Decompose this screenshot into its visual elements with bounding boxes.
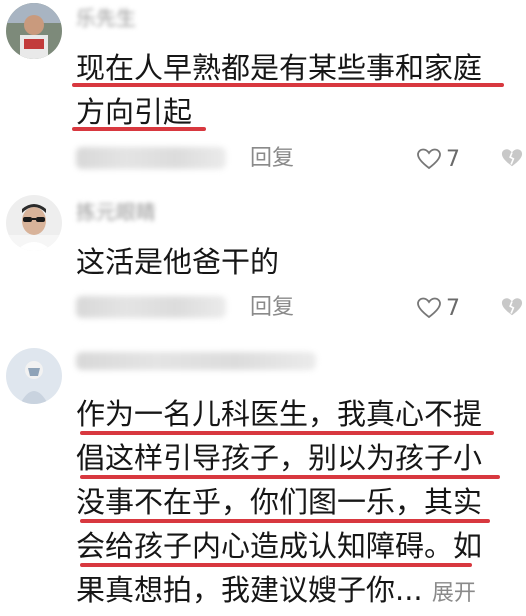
comment-line: 这活是他爸干的 — [76, 245, 280, 279]
reply-button[interactable]: 回复 — [250, 145, 294, 173]
comment-text: 现在人早熟都是有某些事和家庭 方向引起 — [76, 46, 482, 134]
like-count: 7 — [446, 146, 460, 172]
dislike-button[interactable] — [500, 296, 524, 322]
blurred-meta — [76, 147, 226, 169]
comment-line: 果真想拍，我建议嫂子你... 展开 — [76, 568, 482, 616]
comment-line-text: 果真想拍，我建议嫂子你... — [76, 573, 423, 607]
highlight-underline — [72, 127, 206, 131]
like-button[interactable]: 7 — [416, 145, 460, 173]
comment-line: 会给孩子内心造成认知障碍。如 — [76, 529, 483, 563]
dislike-button[interactable] — [500, 147, 524, 173]
broken-heart-icon — [501, 298, 523, 316]
reply-button[interactable]: 回复 — [250, 294, 294, 322]
heart-icon — [417, 148, 441, 170]
blurred-meta — [76, 296, 226, 318]
comment-meta: 回复 7 — [76, 294, 526, 322]
comment-text: 作为一名儿科医生，我真心不提 倡这样引导孩子，别以为孩子小 没事不在乎，你们图一… — [76, 392, 482, 616]
like-count: 7 — [446, 295, 460, 321]
avatar[interactable] — [6, 3, 62, 59]
comment-line: 作为一名儿科医生，我真心不提 — [76, 397, 483, 431]
heart-icon — [417, 297, 441, 319]
highlight-underline — [80, 563, 472, 567]
comment-line: 没事不在乎，你们图一乐，其实 — [76, 485, 483, 519]
highlight-underline — [72, 83, 504, 87]
avatar[interactable] — [6, 348, 62, 404]
highlight-underline — [80, 519, 490, 523]
username[interactable]: 乐先生 — [76, 2, 136, 31]
highlight-underline — [80, 475, 500, 479]
blurred-username — [76, 352, 316, 370]
like-button[interactable]: 7 — [416, 294, 460, 322]
broken-heart-icon — [501, 149, 523, 167]
comment-line: 倡这样引导孩子，别以为孩子小 — [76, 441, 483, 475]
username[interactable]: 拣元眼睛 — [76, 196, 156, 225]
comment-meta: 回复 7 — [76, 145, 526, 173]
comment-text: 这活是他爸干的 — [76, 240, 279, 284]
avatar[interactable] — [6, 195, 62, 251]
highlight-underline — [80, 431, 494, 435]
expand-button[interactable]: 展开 — [432, 581, 476, 606]
